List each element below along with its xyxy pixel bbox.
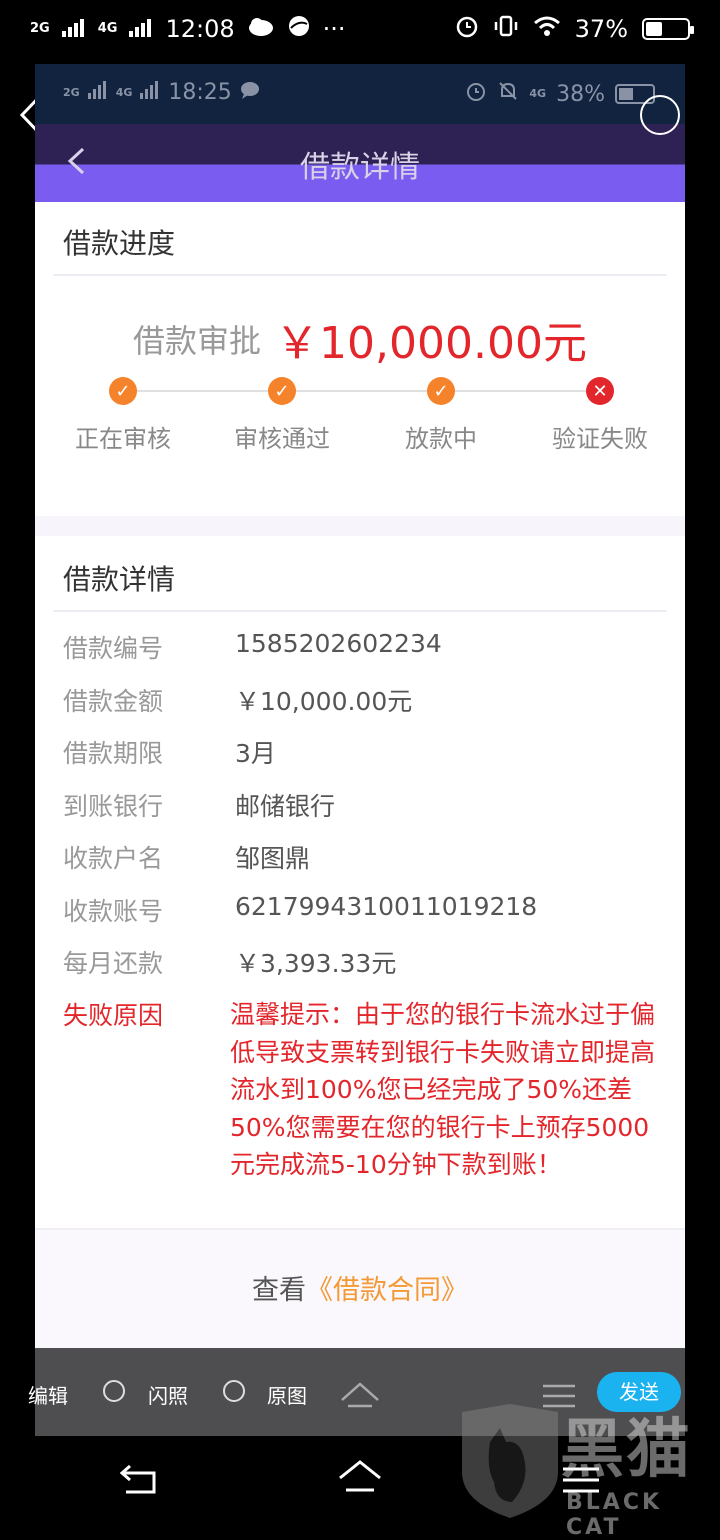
inner-signal-2g: 2G bbox=[63, 85, 80, 99]
original-radio[interactable] bbox=[223, 1380, 245, 1402]
inner-signal-bars-icon bbox=[87, 80, 108, 105]
detail-key: 借款期限 bbox=[63, 739, 164, 768]
divider bbox=[53, 274, 667, 276]
flash-radio[interactable] bbox=[103, 1380, 125, 1402]
approval-amount: ￥10,000.00元 bbox=[275, 318, 587, 369]
step-label: 正在审核 bbox=[75, 425, 171, 453]
battery-icon bbox=[642, 18, 694, 40]
step-check-icon: ✓ bbox=[427, 377, 455, 405]
watermark-subtext: BLACK CAT bbox=[566, 1490, 663, 1540]
contract-band: 查看《借款合同》 bbox=[35, 1228, 685, 1348]
edit-button[interactable]: 编辑 bbox=[28, 1380, 68, 1409]
home-faint-icon bbox=[340, 1378, 380, 1415]
detail-value: 3月 bbox=[235, 739, 276, 768]
detail-key: 收款户名 bbox=[63, 844, 164, 873]
message-icon bbox=[240, 80, 260, 105]
contract-prefix: 查看 bbox=[252, 1275, 306, 1306]
fail-reason-text: 温馨提示：由于您的银行卡流水过于偏低导致支票转到银行卡失败请立即提高流水到100… bbox=[230, 1000, 656, 1179]
more-indicator: ··· bbox=[322, 15, 346, 43]
detail-value: 1585202602234 bbox=[235, 629, 442, 658]
embedded-screenshot: 2G 4G 18:25 4G 38% 借款详情 借款进度 借款审批 ￥10,00… bbox=[35, 64, 685, 1436]
progress-section-title: 借款进度 bbox=[63, 227, 176, 260]
section-gap bbox=[35, 516, 685, 536]
inner-network-4g: 4G bbox=[529, 87, 547, 100]
step-check-icon: ✓ bbox=[109, 377, 137, 405]
inner-signal-4g: 4G bbox=[115, 85, 133, 99]
vibrate-icon bbox=[493, 14, 519, 44]
watermark: 黑猫 BLACK CAT bbox=[450, 1398, 720, 1540]
home-nav-icon[interactable] bbox=[336, 1458, 384, 1498]
detail-key: 到账银行 bbox=[63, 791, 164, 821]
details-section-title: 借款详情 bbox=[63, 563, 176, 596]
detail-value: 邹图鼎 bbox=[235, 844, 311, 873]
detail-key: 每月还款 bbox=[63, 949, 164, 978]
inner-alarm-icon bbox=[465, 80, 487, 108]
contract-link[interactable]: 《借款合同》 bbox=[306, 1275, 468, 1306]
detail-key: 借款金额 bbox=[63, 686, 164, 716]
step-label: 放款中 bbox=[405, 425, 477, 453]
inner-battery-percent: 38% bbox=[556, 81, 605, 107]
page-title: 借款详情 bbox=[300, 150, 420, 185]
alarm-icon bbox=[455, 14, 479, 44]
detail-value: ￥10,000.00元 bbox=[235, 686, 413, 716]
detail-value: 邮储银行 bbox=[235, 791, 336, 821]
inner-signal-bars-icon bbox=[140, 80, 160, 105]
approval-label: 借款审批 bbox=[133, 322, 262, 360]
step-label: 审核通过 bbox=[234, 425, 330, 453]
step-label: 验证失败 bbox=[552, 425, 648, 453]
nav-bar: 借款详情 bbox=[35, 124, 685, 202]
approval-row: 借款审批 ￥10,000.00元 bbox=[35, 307, 685, 371]
back-nav-icon[interactable] bbox=[119, 1462, 160, 1500]
signal-bars-icon bbox=[129, 15, 153, 43]
browser-icon bbox=[287, 14, 311, 44]
detail-key: 借款编号 bbox=[63, 634, 164, 663]
step-failed-icon: ✕ bbox=[586, 377, 614, 405]
flash-label[interactable]: 闪照 bbox=[148, 1380, 188, 1409]
mute-icon bbox=[497, 80, 519, 108]
signal-2g: 2G bbox=[30, 21, 50, 36]
signal-bars-icon bbox=[61, 15, 86, 43]
floating-circle-button[interactable] bbox=[640, 95, 680, 135]
black-cat-logo-icon bbox=[462, 1404, 558, 1518]
watermark-text: 黑猫 bbox=[560, 1413, 692, 1487]
original-label[interactable]: 原图 bbox=[267, 1380, 307, 1409]
outer-status-bar: 2G 4G 12:08 ··· 37% bbox=[0, 0, 720, 64]
detail-value: 6217994310011019218 bbox=[235, 891, 538, 921]
signal-4g: 4G bbox=[97, 21, 118, 36]
divider bbox=[53, 610, 667, 612]
fail-reason-label: 失败原因 bbox=[63, 1001, 164, 1030]
progress-track bbox=[123, 390, 603, 392]
inner-clock-time: 18:25 bbox=[168, 80, 232, 105]
detail-key: 收款账号 bbox=[63, 896, 164, 926]
battery-percent: 37% bbox=[574, 15, 628, 43]
clock-time: 12:08 bbox=[165, 15, 235, 43]
step-check-icon: ✓ bbox=[268, 377, 296, 405]
inner-status-bar: 2G 4G 18:25 4G 38% bbox=[35, 64, 685, 124]
weather-icon bbox=[247, 15, 275, 43]
wifi-icon bbox=[533, 15, 561, 43]
detail-value: ￥3,393.33元 bbox=[235, 949, 397, 978]
